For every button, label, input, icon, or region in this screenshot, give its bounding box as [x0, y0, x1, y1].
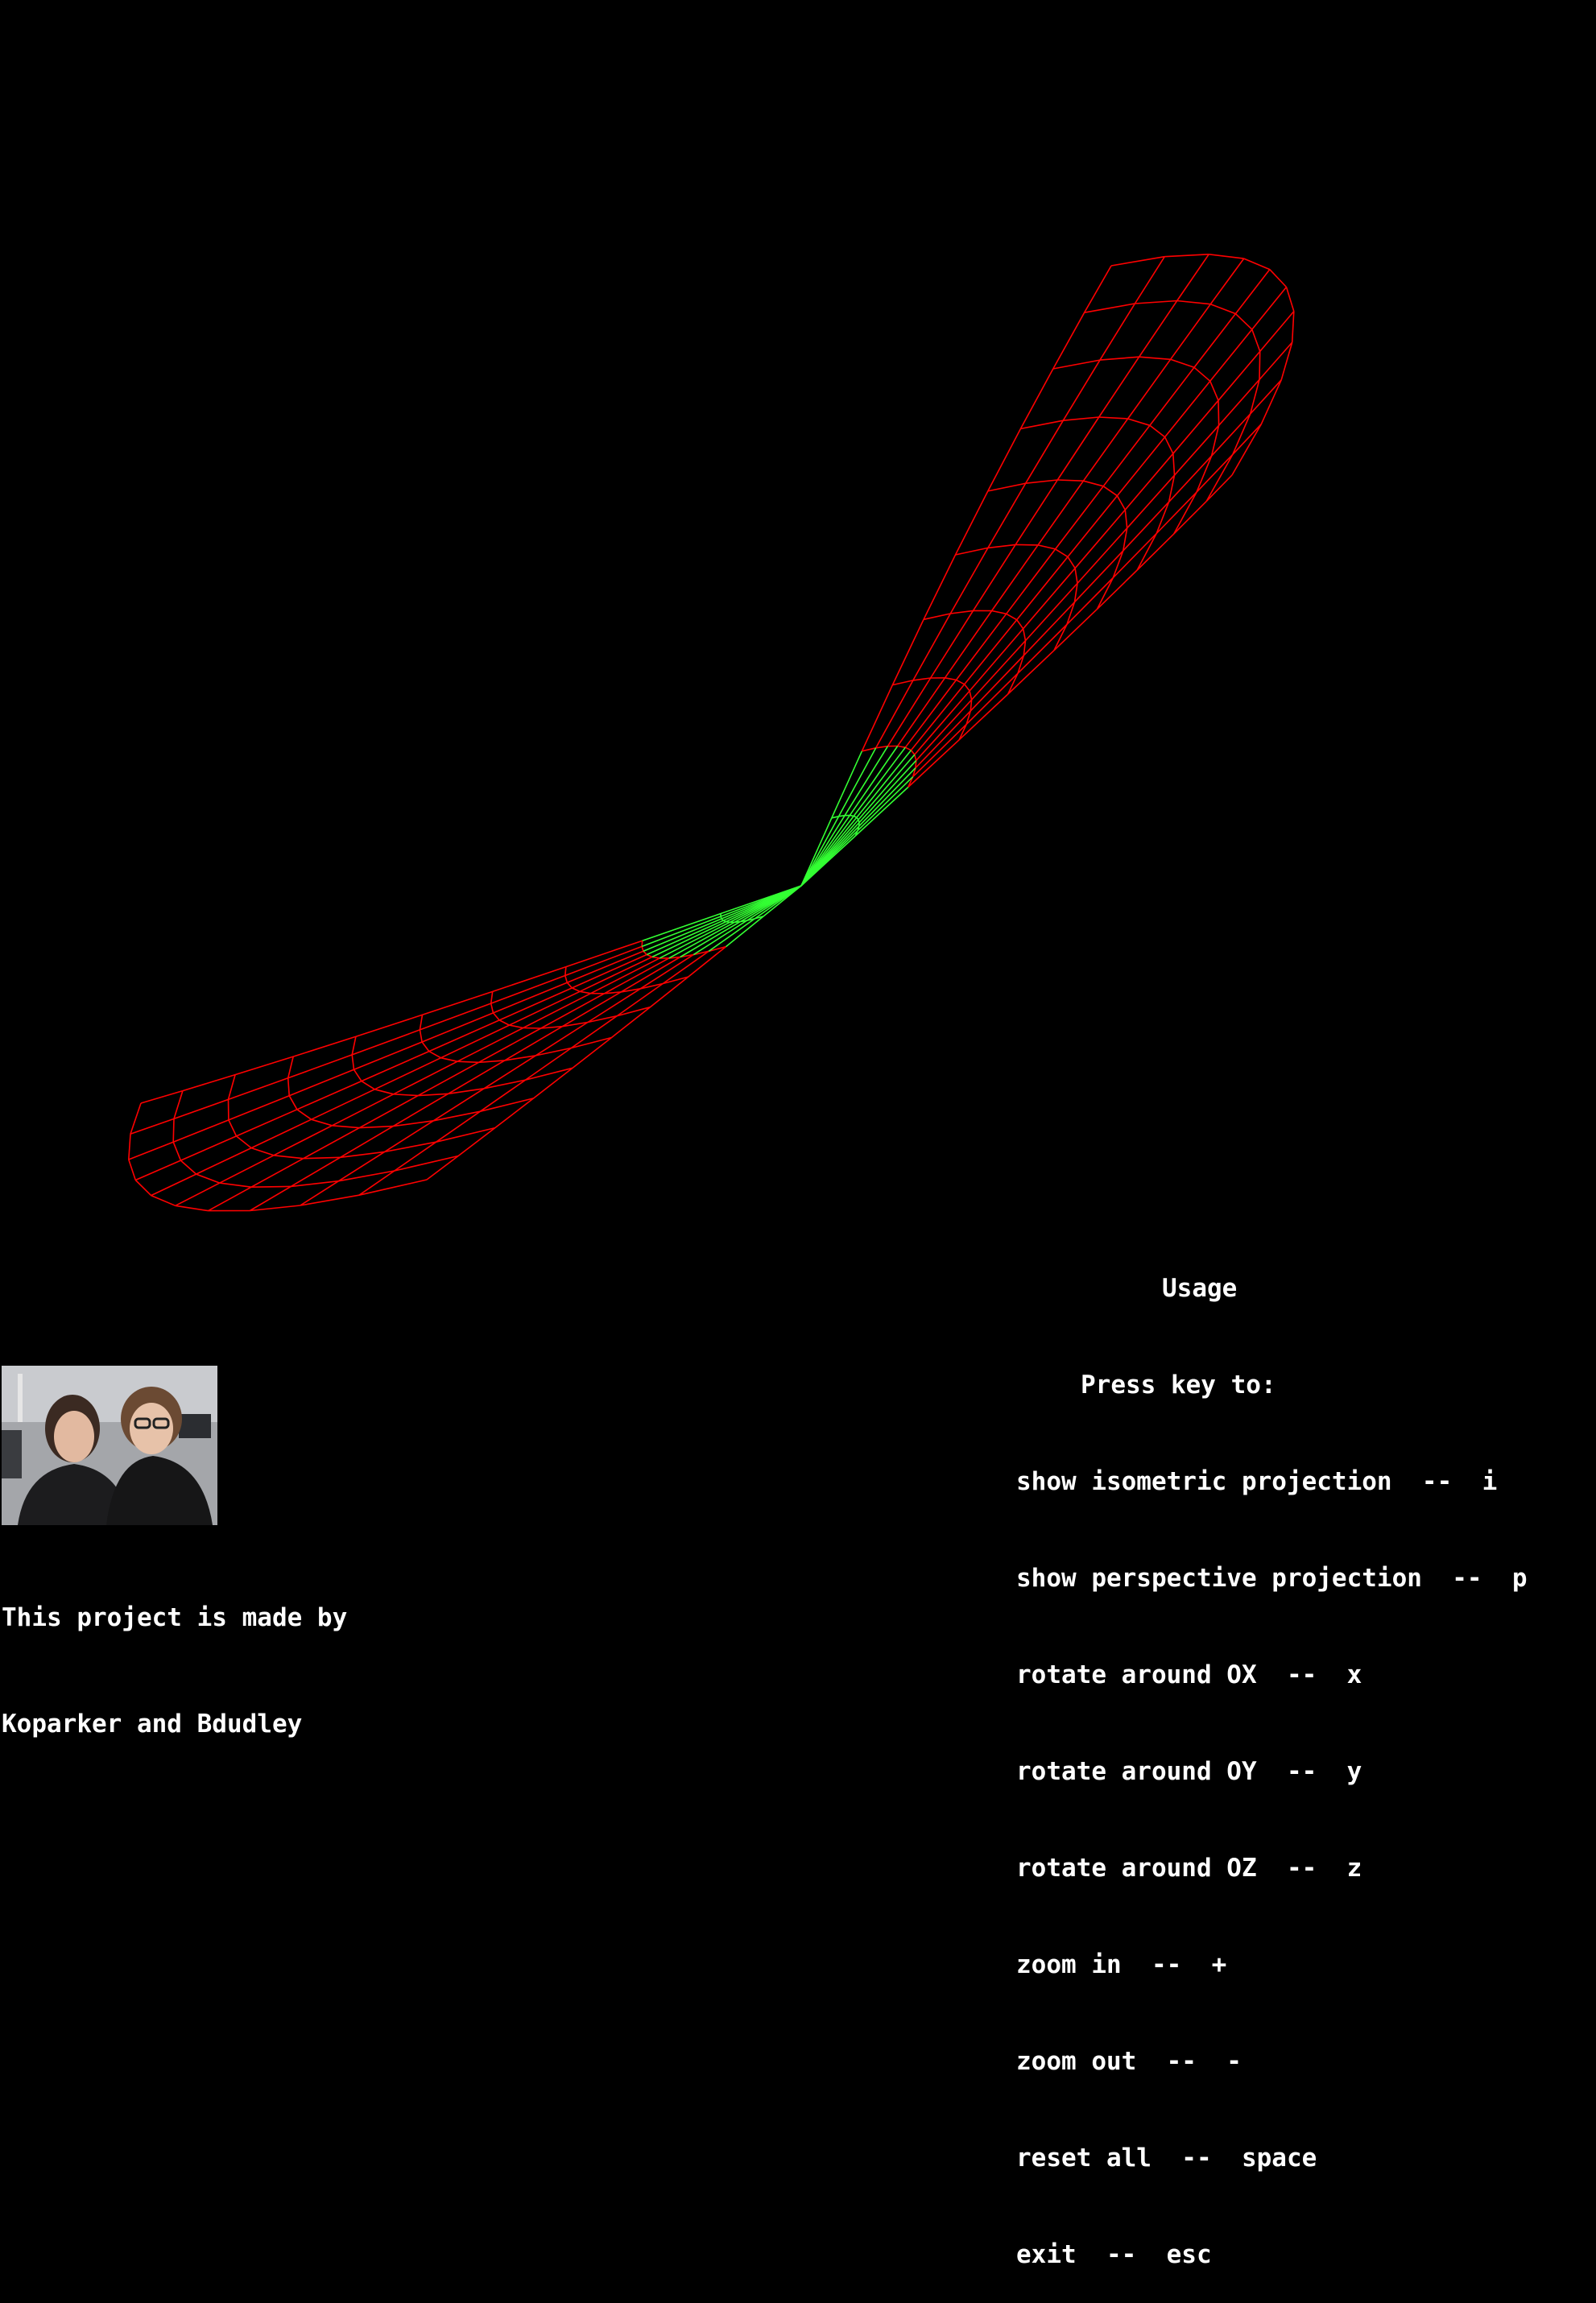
credits: This project is made by Koparker and Bdu…: [2, 1529, 347, 1777]
authors-photo: [2, 1366, 217, 1525]
wireframe-edge: [173, 1118, 174, 1142]
usage-item-rotate-oz: rotate around OZ -- z: [1016, 1852, 1528, 1884]
usage-panel: Usage Press key to: show isometric proje…: [1016, 1208, 1528, 2303]
usage-subtitle: Press key to:: [1016, 1369, 1528, 1401]
wireframe-edge: [251, 1186, 291, 1187]
usage-title: Usage: [1016, 1272, 1528, 1304]
wireframe-edge: [523, 1028, 541, 1029]
usage-item-isometric: show isometric projection -- i: [1016, 1466, 1528, 1498]
usage-item-zoom-out: zoom out -- -: [1016, 2045, 1528, 2078]
credits-line-2: Koparker and Bdudley: [2, 1706, 347, 1742]
wireframe-edge: [565, 967, 566, 976]
usage-item-perspective: show perspective projection -- p: [1016, 1562, 1528, 1594]
usage-item-zoom-in: zoom in -- +: [1016, 1949, 1528, 1981]
wireframe-edge: [1015, 544, 1038, 545]
usage-item-rotate-oy: rotate around OY -- y: [1016, 1755, 1528, 1788]
credits-line-1: This project is made by: [2, 1600, 347, 1635]
wireframe-edge: [642, 941, 643, 946]
wireframe-edge: [457, 1061, 479, 1062]
wireframe-edge: [1259, 351, 1260, 379]
usage-item-rotate-ox: rotate around OX -- x: [1016, 1659, 1528, 1691]
usage-item-reset: reset all -- space: [1016, 2142, 1528, 2174]
usage-item-exit: exit -- esc: [1016, 2239, 1528, 2271]
wireframe-edge: [1218, 400, 1219, 425]
